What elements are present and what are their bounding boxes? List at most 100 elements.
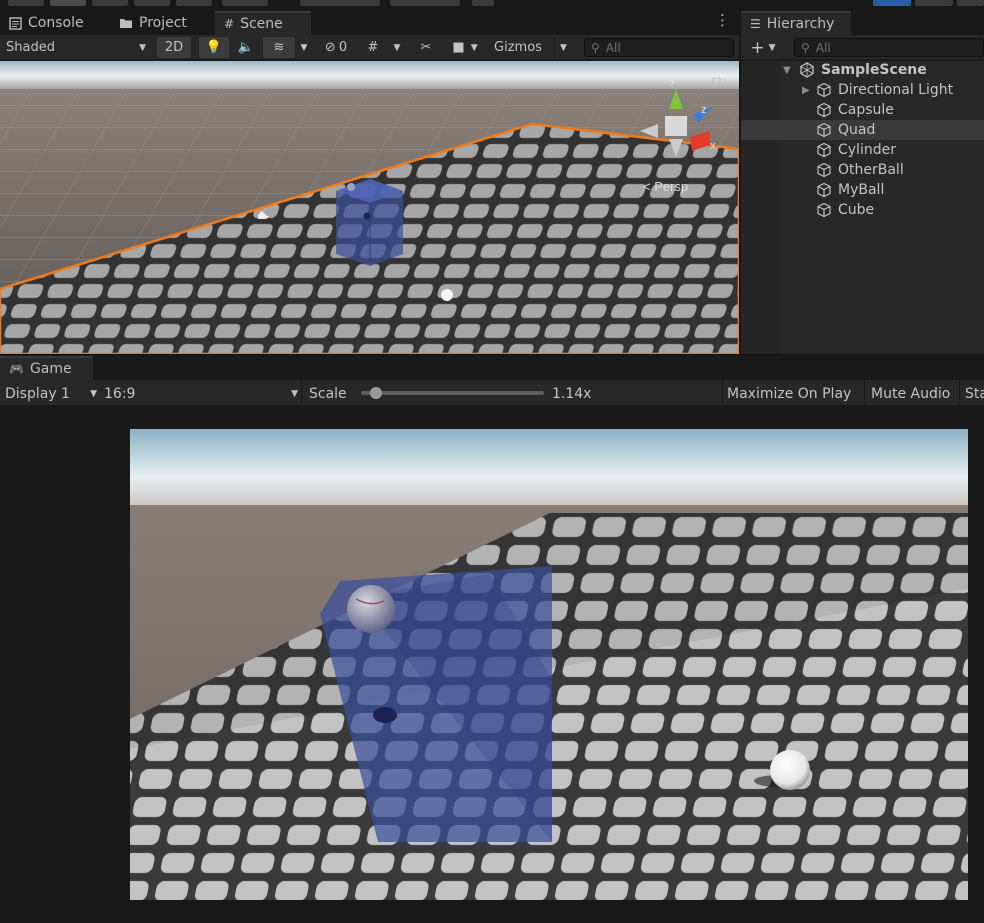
toolbar-stub[interactable] <box>92 0 128 6</box>
effects-toggle[interactable]: ≋ <box>263 37 295 58</box>
toolbar-stub[interactable] <box>472 0 494 6</box>
dropdown-arrow-icon: ▼ <box>90 388 97 399</box>
scene-cube <box>336 179 403 266</box>
dropdown-arrow-icon: ▼ <box>300 42 308 53</box>
search-icon: ⚲ <box>801 40 810 55</box>
eye-slash-icon: ⊘ <box>324 40 336 55</box>
gameobject-cube-icon <box>817 162 831 178</box>
effects-dropdown[interactable]: ▼ <box>297 37 311 58</box>
plus-icon: + <box>750 37 765 58</box>
toolbar-stub[interactable] <box>222 0 268 6</box>
tab-hierarchy[interactable]: ☰ Hierarchy <box>741 11 851 35</box>
separator <box>722 380 723 406</box>
toolbar-stub[interactable] <box>176 0 212 6</box>
list-item[interactable]: OtherBall <box>741 160 984 180</box>
dropdown-arrow-icon: ▼ <box>768 42 776 53</box>
tab-project-label: Project <box>139 15 187 31</box>
2d-label: 2D <box>164 40 184 55</box>
toolbar-stub[interactable] <box>957 0 984 6</box>
tab-console[interactable]: Console <box>0 11 108 35</box>
maximize-on-play-toggle[interactable]: Maximize On Play <box>727 383 851 404</box>
hierarchy-scene-row[interactable]: ▼ SampleScene <box>741 60 984 80</box>
layers-icon: ≋ <box>273 40 285 55</box>
separator <box>301 380 302 406</box>
scene-search-placeholder: All <box>605 40 621 55</box>
dropdown-arrow-icon: ▼ <box>560 42 567 53</box>
scene-tab-bar: Console Project # Scene <box>0 9 739 35</box>
tools-toggle[interactable]: ✂ <box>413 37 439 58</box>
toolbar-stub[interactable] <box>873 0 911 6</box>
scale-value: 1.14x <box>552 385 592 402</box>
grid-toggle[interactable]: # <box>361 37 385 58</box>
gameobject-cube-icon <box>817 82 831 98</box>
tab-game[interactable]: 🎮 Game <box>0 356 93 380</box>
hidden-count: 0 <box>338 40 348 55</box>
folder-icon <box>120 19 132 28</box>
draw-mode-dropdown[interactable]: Shaded ▼ <box>0 37 152 58</box>
dropdown-arrow-icon: ▼ <box>393 42 401 53</box>
scene-name: SampleScene <box>821 62 927 78</box>
stats-toggle[interactable]: Sta <box>965 383 984 404</box>
gameobject-cube-icon <box>817 202 831 218</box>
create-dropdown[interactable]: + ▼ <box>747 37 779 58</box>
tab-scene[interactable]: # Scene <box>215 11 311 35</box>
scale-slider[interactable] <box>361 387 544 399</box>
list-item[interactable]: ▶ Directional Light <box>741 80 984 100</box>
camera-dropdown[interactable]: ■ ▼ <box>445 37 485 58</box>
toolbar-stub[interactable] <box>300 0 380 6</box>
hierarchy-tab-bar: ☰ Hierarchy <box>741 9 984 35</box>
hierarchy-list: ▶ Directional Light Capsule Quad Cylinde… <box>741 80 984 220</box>
tab-hierarchy-label: Hierarchy <box>766 16 835 32</box>
2d-toggle-button[interactable]: 2D <box>157 37 191 58</box>
list-item-selected[interactable]: Quad <box>741 120 984 140</box>
unity-scene-icon <box>800 62 814 78</box>
audio-toggle[interactable]: 🔈 <box>232 37 260 58</box>
dropdown-arrow-icon: ▼ <box>470 42 478 53</box>
grid-icon: # <box>367 40 379 55</box>
toolbar-stub[interactable] <box>50 0 86 6</box>
list-item[interactable]: Cube <box>741 200 984 220</box>
scene-search-input[interactable]: ⚲ All <box>584 38 734 57</box>
list-item[interactable]: Capsule <box>741 100 984 120</box>
console-icon <box>9 16 22 30</box>
aspect-dropdown[interactable]: 16:9 ▼ <box>104 383 298 404</box>
tab-scene-label: Scene <box>240 16 283 32</box>
gizmos-button[interactable]: Gizmos <box>488 37 548 58</box>
list-item-label: Cube <box>838 202 875 218</box>
top-toolbar-strip <box>0 0 984 9</box>
expand-arrow-icon[interactable]: ▼ <box>783 65 791 76</box>
gizmos-dropdown[interactable]: ▼ <box>554 37 572 58</box>
toolbar-stub[interactable] <box>134 0 170 6</box>
scene-render: y z x < Persp <box>0 61 739 354</box>
game-viewport[interactable] <box>130 429 968 900</box>
scale-label: Scale <box>309 385 347 402</box>
grid-dropdown[interactable]: ▼ <box>389 37 405 58</box>
scale-slider-thumb[interactable] <box>369 387 382 399</box>
list-item-label: Cylinder <box>838 142 896 158</box>
hierarchy-search-placeholder: All <box>815 40 831 55</box>
aspect-label: 16:9 <box>104 385 136 402</box>
display-label: Display 1 <box>5 385 70 402</box>
toolbar-stub[interactable] <box>8 0 44 6</box>
separator <box>959 380 960 406</box>
game-tab-bar: 🎮 Game <box>0 354 984 380</box>
toolbar-stub[interactable] <box>915 0 953 6</box>
tab-project[interactable]: Project <box>110 11 213 35</box>
list-item[interactable]: MyBall <box>741 180 984 200</box>
gizmos-label: Gizmos <box>494 40 542 55</box>
display-dropdown[interactable]: Display 1 ▼ <box>5 383 97 404</box>
more-options-icon[interactable]: ⋮ <box>715 11 730 31</box>
hidden-objects-toggle[interactable]: ⊘ 0 <box>316 37 356 58</box>
tab-console-label: Console <box>28 15 84 31</box>
list-item-label: Directional Light <box>838 82 954 98</box>
game-render <box>130 429 968 900</box>
lighting-toggle[interactable]: 💡 <box>199 37 229 58</box>
expand-arrow-icon[interactable]: ▶ <box>802 85 810 96</box>
toolbar-stub[interactable] <box>390 0 460 6</box>
list-item[interactable]: Cylinder <box>741 140 984 160</box>
scene-viewport[interactable]: y z x < Persp <box>0 61 739 354</box>
projection-label[interactable]: < Persp <box>643 179 688 194</box>
hierarchy-search-input[interactable]: ⚲ All <box>794 38 984 57</box>
game-other-ball <box>347 585 395 633</box>
mute-audio-toggle[interactable]: Mute Audio <box>871 383 950 404</box>
